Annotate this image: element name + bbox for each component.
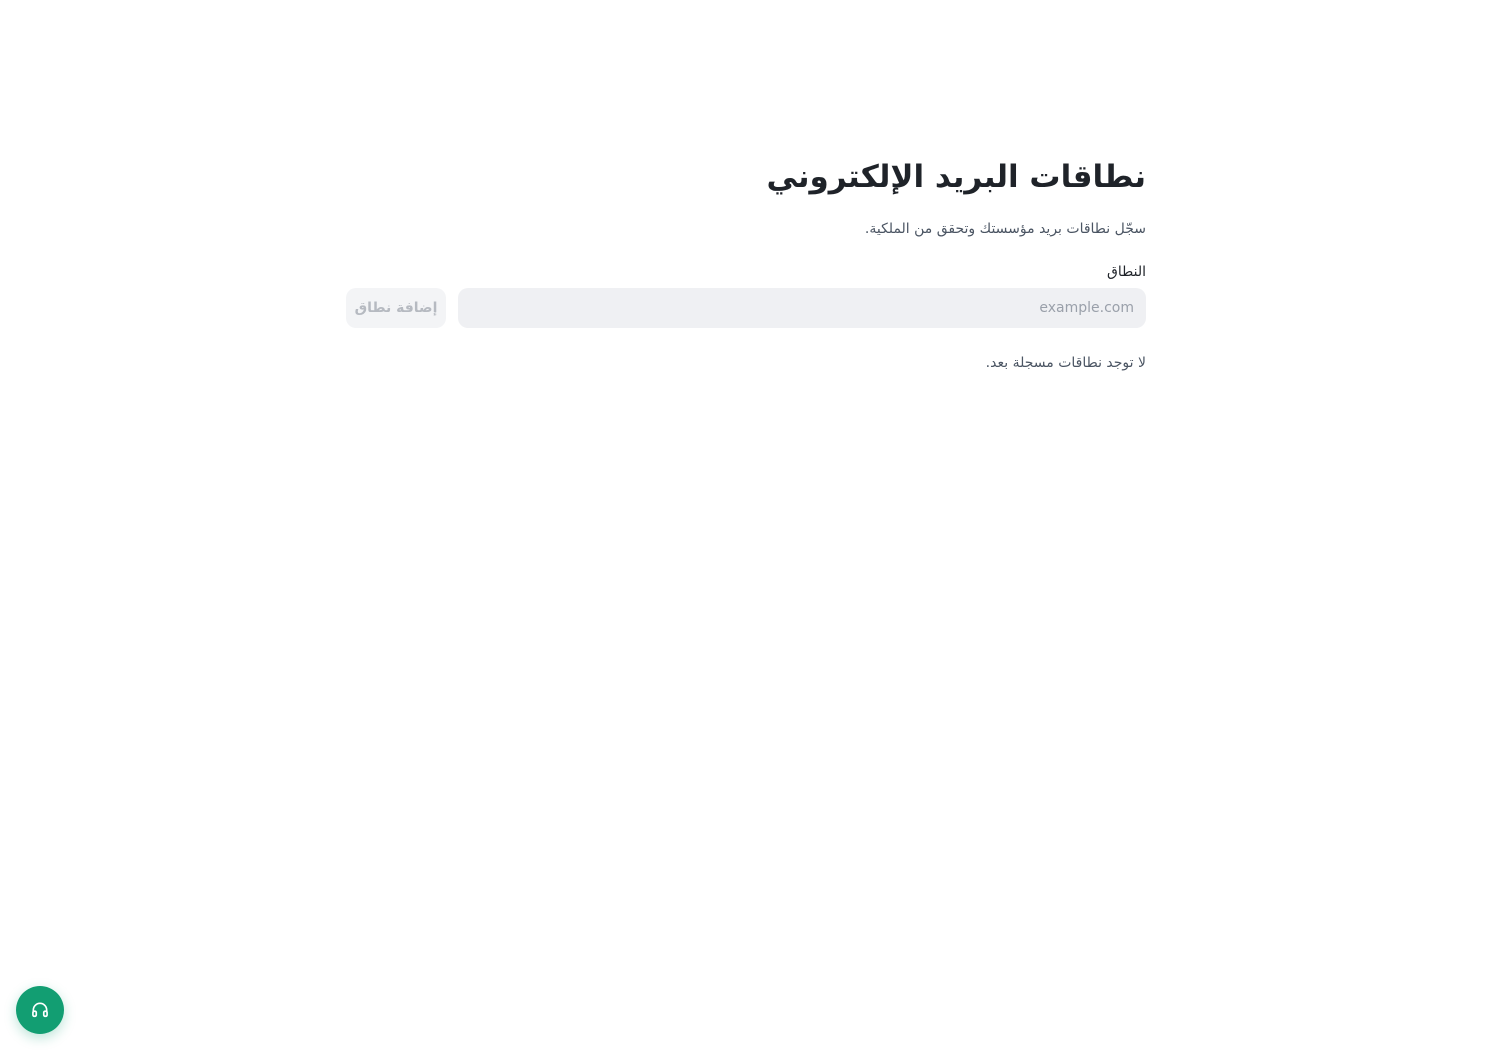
add-domain-form: إضافة نطاق (346, 288, 1146, 328)
domain-input[interactable] (458, 288, 1146, 328)
empty-domains-message: لا توجد نطاقات مسجلة بعد. (985, 355, 1146, 371)
headphones-icon (32, 1002, 48, 1018)
email-domains-page: نطاقات البريد الإلكتروني سجّل نطاقات بري… (0, 0, 1492, 1050)
page-subtitle: سجّل نطاقات بريد مؤسستك وتحقق من الملكية… (864, 221, 1146, 237)
support-button[interactable] (16, 986, 64, 1034)
domain-label: النطاق (1107, 264, 1146, 280)
page-title: نطاقات البريد الإلكتروني (766, 159, 1147, 195)
add-domain-button[interactable]: إضافة نطاق (346, 288, 446, 328)
email-domains-section: نطاقات البريد الإلكتروني سجّل نطاقات بري… (346, 150, 1146, 374)
